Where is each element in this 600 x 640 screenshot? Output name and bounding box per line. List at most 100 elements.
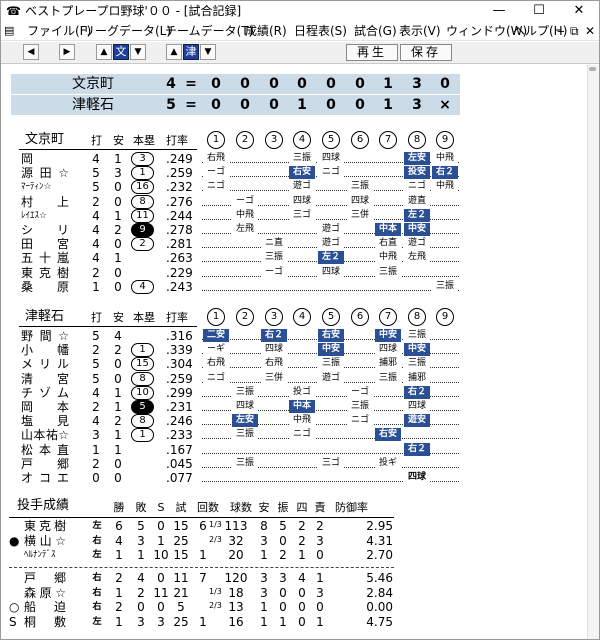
plate-appearance-result[interactable]: ニゴ xyxy=(203,371,229,385)
batter-name[interactable]: 五十嵐 xyxy=(21,251,69,265)
plate-appearance-result[interactable]: ーギ xyxy=(203,343,229,357)
plate-appearance-result[interactable]: 三併 xyxy=(261,371,287,385)
pitcher-name[interactable]: 横山☆ xyxy=(24,534,66,548)
batter-name[interactable]: 桑 原 xyxy=(21,280,69,294)
menu-file[interactable]: ファイル(F) xyxy=(27,24,91,38)
plate-appearance-result[interactable]: 遊直 xyxy=(404,194,430,208)
batter-name[interactable]: メリル xyxy=(21,357,69,371)
plate-appearance-result[interactable]: ーゴ xyxy=(232,194,258,208)
plate-appearance-result[interactable]: 遊安 xyxy=(404,414,430,428)
plate-appearance-result[interactable]: 四球 xyxy=(318,265,344,279)
plate-appearance-result[interactable]: 中飛 xyxy=(232,208,258,222)
menu-league-data[interactable]: リーグデータ(L) xyxy=(83,24,171,38)
plate-appearance-result[interactable]: 左飛 xyxy=(404,251,430,265)
plate-appearance-result[interactable]: 左安 xyxy=(404,152,430,165)
close-button[interactable]: ✕ xyxy=(559,1,599,21)
plate-appearance-result[interactable]: 三振 xyxy=(347,400,373,413)
plate-appearance-result[interactable]: 三振 xyxy=(232,385,258,399)
plate-appearance-result[interactable]: 捕邪 xyxy=(375,357,401,371)
batter-name[interactable]: 田 宮 xyxy=(21,237,69,251)
plate-appearance-result[interactable]: 四球 xyxy=(375,343,401,357)
batter-name[interactable]: 山本祐☆ xyxy=(21,428,69,442)
plate-appearance-result[interactable]: 遊ゴ xyxy=(318,223,344,236)
plate-appearance-result[interactable]: 四球 xyxy=(289,194,315,208)
team1-down-button[interactable]: ▼ xyxy=(130,44,146,60)
plate-appearance-result[interactable]: 中飛 xyxy=(289,414,315,428)
plate-appearance-result[interactable]: 左飛 xyxy=(232,223,258,236)
plate-appearance-result[interactable]: 三振 xyxy=(347,180,373,194)
pitcher-name[interactable]: 森原☆ xyxy=(24,586,66,600)
plate-appearance-result[interactable]: 左２ xyxy=(404,208,430,222)
plate-appearance-result[interactable]: ニゴ xyxy=(347,414,373,428)
plate-appearance-result[interactable]: 投安 xyxy=(404,166,430,180)
plate-appearance-result[interactable]: 中飛 xyxy=(432,180,458,194)
plate-appearance-result[interactable]: ニ直 xyxy=(261,237,287,251)
plate-appearance-result[interactable]: 三振 xyxy=(232,428,258,442)
plate-appearance-result[interactable]: 右２ xyxy=(404,442,430,456)
plate-appearance-result[interactable]: ニゴ xyxy=(404,180,430,194)
minimize-button[interactable]: — xyxy=(479,1,519,21)
plate-appearance-result[interactable]: ーゴ xyxy=(261,265,287,279)
plate-appearance-result[interactable]: 右直 xyxy=(375,237,401,251)
plate-appearance-result[interactable]: 二安 xyxy=(203,329,229,342)
plate-appearance-result[interactable]: 三振 xyxy=(318,357,344,371)
pitcher-name[interactable]: 桐 敷 xyxy=(24,615,66,629)
mdi-restore-button[interactable]: ⧉ xyxy=(570,24,579,38)
plate-appearance-result[interactable]: 遊ゴ xyxy=(318,371,344,385)
plate-appearance-result[interactable]: 右安 xyxy=(375,428,401,442)
team1-up-button[interactable]: ▲ xyxy=(96,44,112,60)
pitcher-name[interactable]: 戸 郷 xyxy=(24,571,66,585)
plate-appearance-result[interactable]: 右飛 xyxy=(261,357,287,371)
plate-appearance-result[interactable]: 遊ゴ xyxy=(404,237,430,251)
plate-appearance-result[interactable]: 中安 xyxy=(375,329,401,342)
plate-appearance-result[interactable]: 中安 xyxy=(404,223,430,236)
menu-team-data[interactable]: チームデータ(T) xyxy=(165,24,253,38)
plate-appearance-result[interactable]: 右２ xyxy=(404,385,430,399)
plate-appearance-result[interactable]: 右２ xyxy=(261,329,287,342)
scrollbar-thumb[interactable] xyxy=(589,67,596,71)
plate-appearance-result[interactable]: 四球 xyxy=(404,400,430,413)
batter-name[interactable]: オコエ xyxy=(21,471,69,485)
batter-name[interactable]: 源田☆ xyxy=(21,166,69,180)
prev-game-button[interactable]: ◀ xyxy=(23,44,39,60)
plate-appearance-result[interactable]: 四球 xyxy=(318,152,344,165)
replay-button[interactable]: 再生 xyxy=(346,44,398,61)
pitcher-name[interactable]: 船 迫 xyxy=(24,600,66,614)
plate-appearance-result[interactable]: 左安 xyxy=(232,414,258,428)
plate-appearance-result[interactable]: 三振 xyxy=(232,456,258,470)
plate-appearance-result[interactable]: ニゴ xyxy=(318,166,344,180)
plate-appearance-result[interactable]: 投ギ xyxy=(375,456,401,470)
batter-name[interactable]: 岡 本 xyxy=(21,400,69,414)
team1-toggle-button[interactable]: 文 xyxy=(113,44,129,60)
team2-down-button[interactable]: ▼ xyxy=(200,44,216,60)
plate-appearance-result[interactable]: 右安 xyxy=(318,329,344,342)
menu-game[interactable]: 試合(G) xyxy=(354,24,397,38)
batter-name[interactable]: 野間☆ xyxy=(21,329,69,343)
plate-appearance-result[interactable]: 四球 xyxy=(347,194,373,208)
batter-name[interactable]: 東克樹 xyxy=(21,266,69,280)
mdi-minimize-button[interactable]: ‒ xyxy=(557,24,565,38)
plate-appearance-result[interactable]: 四球 xyxy=(404,471,430,484)
plate-appearance-result[interactable]: 中飛 xyxy=(432,152,458,165)
vertical-scrollbar[interactable] xyxy=(587,65,599,639)
plate-appearance-result[interactable]: ーゴ xyxy=(203,166,229,180)
batter-name[interactable]: チゾム xyxy=(21,386,69,400)
plate-appearance-result[interactable]: 中安 xyxy=(318,343,344,357)
plate-appearance-result[interactable]: 投ゴ xyxy=(289,385,315,399)
plate-appearance-result[interactable]: 四球 xyxy=(261,343,287,357)
plate-appearance-result[interactable]: 三振 xyxy=(432,279,458,293)
plate-appearance-result[interactable]: 三振 xyxy=(404,357,430,371)
plate-appearance-result[interactable]: 中飛 xyxy=(375,251,401,265)
batter-name[interactable]: 松本直 xyxy=(21,443,69,457)
batter-name[interactable]: 村 上 xyxy=(21,195,69,209)
plate-appearance-result[interactable]: 三併 xyxy=(347,208,373,222)
pitcher-name[interactable]: 東克樹 xyxy=(24,519,66,533)
plate-appearance-result[interactable]: 右２ xyxy=(432,166,458,180)
batter-name[interactable]: ﾚｲｴｽ☆ xyxy=(21,209,69,223)
plate-appearance-result[interactable]: 三振 xyxy=(404,329,430,342)
plate-appearance-result[interactable]: ニゴ xyxy=(203,180,229,194)
plate-appearance-result[interactable]: 三振 xyxy=(289,152,315,165)
plate-appearance-result[interactable]: 捕邪 xyxy=(404,371,430,385)
batter-name[interactable]: 岡 xyxy=(21,152,69,166)
batter-name[interactable]: 小 幡 xyxy=(21,343,69,357)
